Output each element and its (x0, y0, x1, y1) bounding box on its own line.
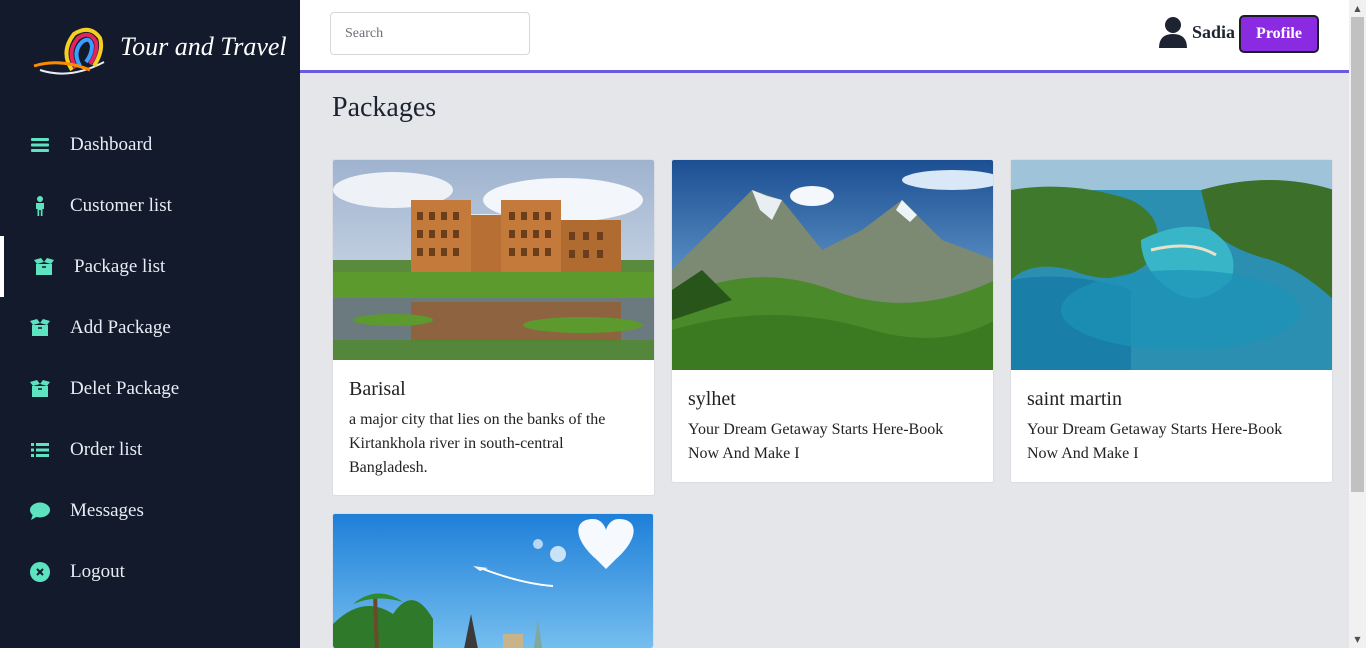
package-description: a major city that lies on the banks of t… (349, 411, 606, 476)
package-description: Your Dream Getaway Starts Here-Book Now … (688, 421, 944, 462)
scroll-up-arrow-icon[interactable]: ▲ (1349, 0, 1366, 17)
package-card-barisal[interactable]: Barisal a major city that lies on the ba… (332, 159, 655, 496)
package-card[interactable] (332, 513, 654, 648)
brand-name: Tour and Travel (120, 32, 287, 61)
package-title: sylhet (688, 388, 736, 410)
package-title: Barisal (349, 378, 406, 400)
sidebar-item-label: Dashboard (70, 133, 153, 155)
sidebar-item-dashboard[interactable]: Dashboard (0, 114, 300, 175)
sidebar-item-order-list[interactable]: Order list (0, 419, 300, 480)
sidebar-item-label: Delet Package (70, 377, 180, 399)
sidebar-item-label: Logout (70, 560, 125, 582)
top-header: Sadia Profile (300, 0, 1349, 73)
sidebar-item-delet-package[interactable]: Delet Package (0, 358, 300, 419)
sidebar-item-label: Add Package (70, 316, 171, 338)
box-icon (33, 256, 55, 278)
package-title: saint martin (1027, 388, 1122, 410)
person-icon (29, 195, 51, 217)
close-circle-icon (29, 561, 51, 583)
sidebar-item-package-list[interactable]: Package list (0, 236, 300, 297)
package-image (672, 160, 993, 370)
list-icon (29, 439, 51, 461)
bars-icon (29, 134, 51, 156)
search-input[interactable] (330, 12, 530, 55)
chat-icon (29, 500, 51, 522)
sidebar: Tour and Travel Dashboard Customer list … (0, 0, 300, 648)
user-icon (1159, 17, 1187, 48)
sidebar-item-label: Package list (74, 255, 166, 277)
sidebar-item-label: Order list (70, 438, 143, 460)
sidebar-item-label: Messages (70, 499, 144, 521)
package-description: Your Dream Getaway Starts Here-Book Now … (1027, 421, 1283, 462)
page-title: Packages (332, 92, 437, 123)
sidebar-item-label: Customer list (70, 194, 172, 216)
brand-logo (33, 27, 105, 75)
box-icon (29, 317, 51, 339)
package-image (1011, 160, 1332, 370)
box-icon (29, 378, 51, 400)
package-image (333, 160, 654, 360)
scroll-thumb[interactable] (1351, 17, 1364, 492)
sidebar-item-logout[interactable]: Logout (0, 541, 300, 602)
user-name: Sadia (1192, 22, 1236, 42)
sidebar-item-add-package[interactable]: Add Package (0, 297, 300, 358)
sidebar-item-customer-list[interactable]: Customer list (0, 175, 300, 236)
sidebar-nav: Dashboard Customer list Package list Add… (0, 114, 300, 602)
package-card-sylhet[interactable]: sylhet Your Dream Getaway Starts Here-Bo… (671, 159, 994, 483)
profile-button[interactable]: Profile (1239, 15, 1319, 53)
scroll-down-arrow-icon[interactable]: ▼ (1349, 631, 1366, 648)
brand[interactable]: Tour and Travel (30, 22, 290, 82)
page-scrollbar[interactable]: ▲ ▼ (1349, 0, 1366, 648)
package-card-saint-martin[interactable]: saint martin Your Dream Getaway Starts H… (1010, 159, 1333, 483)
sidebar-item-messages[interactable]: Messages (0, 480, 300, 541)
package-image (333, 514, 653, 648)
